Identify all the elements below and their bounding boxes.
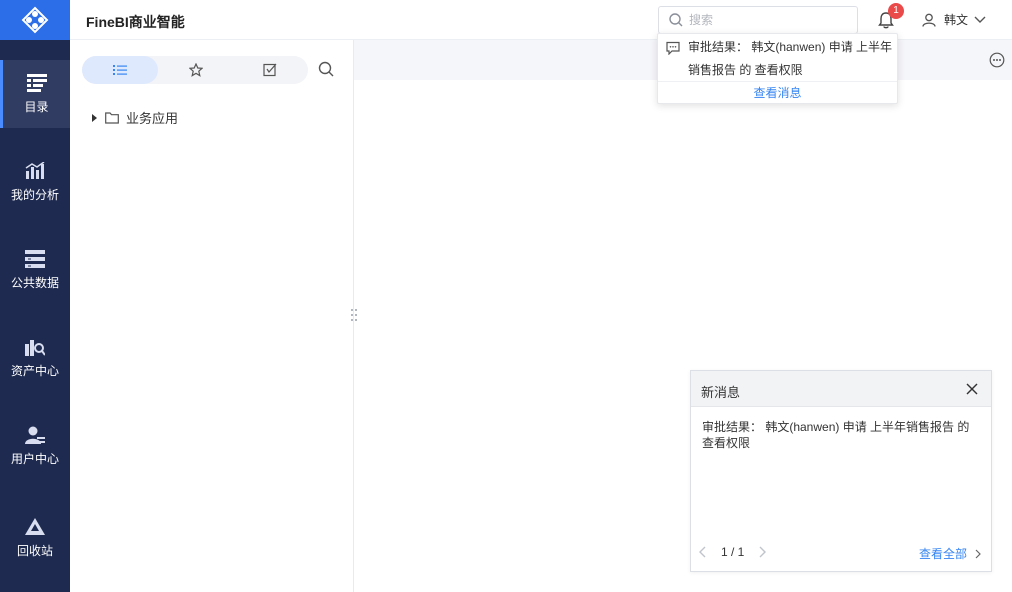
notification-item[interactable]: 审批结果： 韩文(hanwen) 申请 上半年销售报告 的 查看权限 (658, 34, 897, 82)
tab-favorites[interactable] (158, 56, 234, 84)
logo-icon (21, 6, 49, 34)
user-menu[interactable]: 韩文 (922, 11, 986, 28)
user-name: 韩文 (944, 13, 969, 27)
chevron-down-icon (974, 16, 986, 23)
left-rail: 目录 我的分析 公共数据 资产中心 用户中心 回收站 (0, 0, 70, 592)
folder-icon (105, 111, 119, 124)
app-title: FineBI商业智能 (86, 14, 185, 30)
chevron-left-icon[interactable] (699, 546, 707, 558)
user-settings-icon (25, 426, 45, 444)
rail-item-label: 回收站 (16, 543, 53, 558)
rail-item-catalog[interactable]: 目录 (0, 60, 70, 128)
chevron-right-icon[interactable] (758, 546, 767, 558)
tree-item-label: 业务应用 (126, 111, 179, 126)
search-icon (669, 13, 683, 27)
popup-pager: 1 / 1 (699, 545, 767, 559)
rail-item-my-analysis[interactable]: 我的分析 (0, 148, 70, 216)
rail-item-user-center[interactable]: 用户中心 (0, 412, 70, 480)
rail-item-asset-center[interactable]: 资产中心 (0, 324, 70, 392)
asset-search-icon (25, 339, 45, 356)
tab-list[interactable] (82, 56, 158, 84)
rail-item-label: 我的分析 (10, 187, 59, 202)
panel-tabs (82, 56, 308, 84)
close-icon[interactable] (966, 383, 978, 395)
page-indicator: 1 / 1 (721, 545, 745, 559)
analysis-chart-icon (25, 161, 45, 179)
directory-panel: 业务应用 (70, 40, 354, 592)
message-icon (666, 41, 680, 55)
star-icon (189, 63, 203, 77)
more-options-button[interactable] (989, 52, 1005, 71)
search-icon (318, 61, 334, 77)
panel-search-button[interactable] (318, 61, 334, 80)
global-search[interactable] (658, 6, 858, 34)
popup-title: 新消息 (701, 385, 741, 400)
rail-item-label: 目录 (24, 99, 49, 114)
caret-right-icon[interactable] (92, 113, 97, 122)
view-messages-link[interactable]: 查看消息 (658, 83, 897, 105)
database-icon (25, 249, 45, 268)
rail-item-recycle[interactable]: 回收站 (0, 504, 70, 572)
catalog-icon (26, 73, 47, 92)
new-message-popup: 新消息 审批结果： 韩文(hanwen) 申请 上半年销售报告 的 查看权限 1… (690, 370, 992, 572)
chevron-right-icon (975, 549, 981, 558)
rail-item-label: 用户中心 (10, 451, 59, 466)
more-options-icon (989, 52, 1005, 68)
rail-item-label: 公共数据 (10, 275, 59, 290)
popup-header: 新消息 (691, 371, 991, 407)
panel-resize-handle[interactable] (351, 309, 357, 323)
search-input[interactable] (689, 13, 839, 27)
list-icon (113, 65, 127, 75)
view-all-label: 查看全部 (919, 547, 968, 561)
tab-shared[interactable] (232, 56, 308, 84)
view-all-link[interactable]: 查看全部 (919, 545, 981, 562)
rail-item-label: 资产中心 (10, 363, 59, 378)
tree-item-business-apps[interactable]: 业务应用 (92, 108, 178, 127)
app-logo[interactable] (0, 0, 70, 40)
recycle-icon (25, 517, 45, 535)
notification-dropdown: 审批结果： 韩文(hanwen) 申请 上半年销售报告 的 查看权限 查看消息 (657, 33, 898, 104)
checkbox-icon (263, 63, 277, 77)
rail-item-public-data[interactable]: 公共数据 (0, 236, 70, 304)
popup-message: 审批结果： 韩文(hanwen) 申请 上半年销售报告 的 查看权限 (702, 420, 970, 450)
app-root: 目录 我的分析 公共数据 资产中心 用户中心 回收站 FineBI商业智能 搜索… (0, 0, 1012, 592)
notification-text: 审批结果： 韩文(hanwen) 申请 上半年销售报告 的 查看权限 (688, 40, 893, 77)
notification-badge: 1 (888, 3, 904, 19)
user-icon (922, 13, 936, 27)
